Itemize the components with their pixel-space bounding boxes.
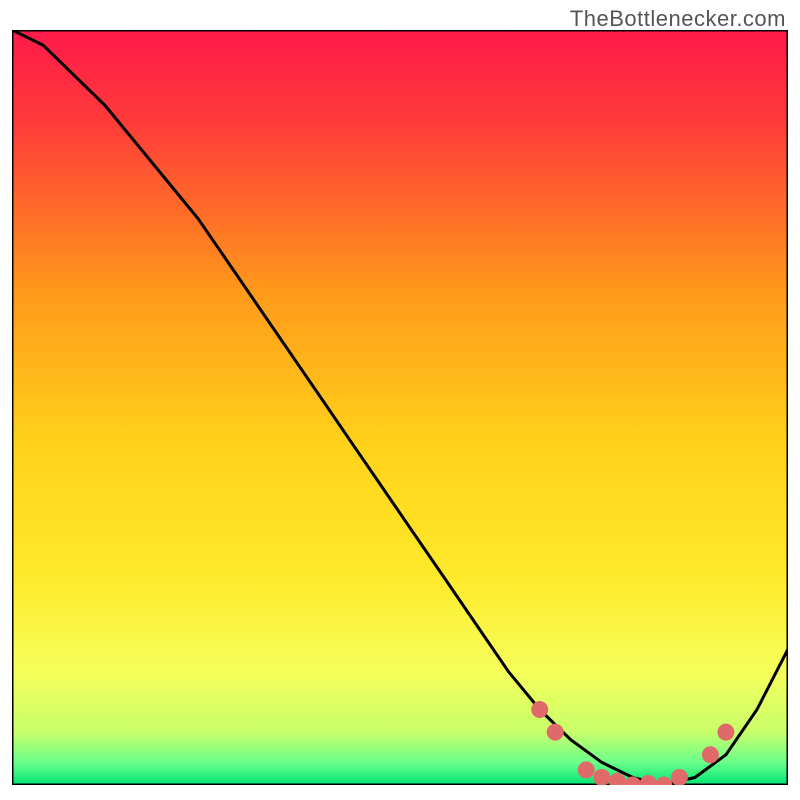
plot-area [12, 30, 788, 785]
data-point [578, 762, 594, 778]
chart-svg [12, 30, 788, 785]
data-point [594, 770, 610, 786]
data-point [702, 747, 718, 763]
data-point [532, 702, 548, 718]
data-point [609, 773, 625, 785]
gradient-background [12, 30, 788, 785]
data-point [547, 724, 563, 740]
chart-stage: TheBottlenecker.com [0, 0, 800, 800]
data-point [671, 770, 687, 786]
data-point [718, 724, 734, 740]
watermark-text: TheBottlenecker.com [570, 6, 786, 32]
